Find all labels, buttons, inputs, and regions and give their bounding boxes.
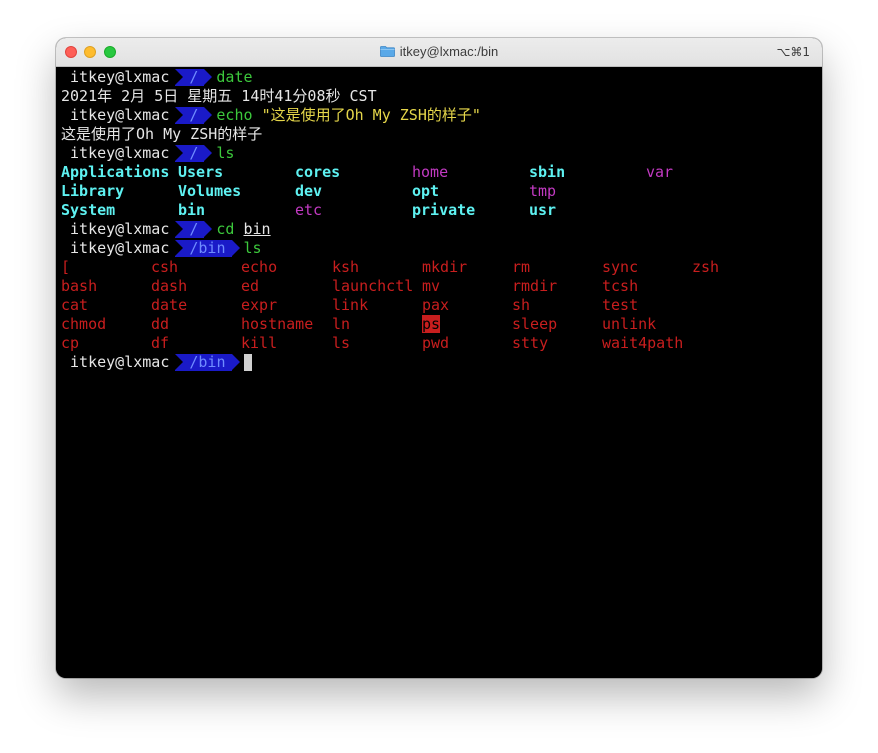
command-text: cd (216, 220, 235, 238)
listing-entry: Users (178, 163, 224, 181)
listing-entry: mv (422, 277, 441, 295)
listing-row: Applications Users cores home sbin var (61, 163, 822, 182)
listing-entry: unlink (602, 315, 657, 333)
listing-entry: chmod (61, 315, 107, 333)
prompt-path-segment: /bin (175, 354, 240, 371)
listing-entry: expr (241, 296, 278, 314)
command-argument: bin (243, 220, 271, 238)
listing-entry: dev (295, 182, 323, 200)
listing-entry: pax (422, 296, 450, 314)
listing-entry: bin (178, 201, 206, 219)
listing-row: System bin etc private usr (61, 201, 822, 220)
listing-entry: dd (151, 315, 170, 333)
window-title-text: itkey@lxmac:/bin (399, 44, 499, 59)
listing-entry: dash (151, 277, 188, 295)
prompt-path-segment: / (175, 69, 213, 86)
listing-entry: System (61, 201, 116, 219)
listing-entry: link (332, 296, 369, 314)
listing-entry: cat (61, 296, 89, 314)
prompt-line: itkey@lxmac / ls (61, 144, 822, 163)
listing-entry: var (646, 163, 674, 181)
listing-entry: [ (61, 258, 71, 276)
listing-entry: pwd (422, 334, 450, 352)
command-text: ls (243, 239, 262, 257)
listing-entry: date (151, 296, 188, 314)
output-line: 这是使用了Oh My ZSH的样子 (61, 125, 263, 143)
listing-entry: rm (512, 258, 531, 276)
listing-entry: tmp (529, 182, 557, 200)
listing-entry: sbin (529, 163, 566, 181)
listing-entry: rmdir (512, 277, 558, 295)
prompt-user: itkey@lxmac (61, 353, 170, 371)
listing-row: [ csh echo ksh mkdir rm sync zsh (61, 258, 822, 277)
listing-entry: df (151, 334, 170, 352)
listing-entry: Applications (61, 163, 170, 181)
listing-entry: cp (61, 334, 80, 352)
listing-entry: tcsh (602, 277, 639, 295)
window-title: itkey@lxmac:/bin (56, 44, 822, 59)
prompt-line: itkey@lxmac/bin (61, 353, 822, 372)
listing-row: cat date expr link pax sh test (61, 296, 822, 315)
listing-entry: wait4path (602, 334, 684, 352)
highlighted-entry: ps (422, 315, 441, 333)
listing-entry: mkdir (422, 258, 468, 276)
listing-entry: sh (512, 296, 531, 314)
prompt-user: itkey@lxmac (61, 106, 170, 124)
prompt-user: itkey@lxmac (61, 220, 170, 238)
listing-entry: bash (61, 277, 98, 295)
listing-entry: echo (241, 258, 278, 276)
listing-row: bash dash ed launchctl mv rmdir tcsh (61, 277, 822, 296)
prompt-line: itkey@lxmac / date (61, 68, 822, 87)
listing-entry: ed (241, 277, 260, 295)
listing-entry: sleep (512, 315, 558, 333)
prompt-user: itkey@lxmac (61, 68, 170, 86)
tab-shortcut-label: ⌥⌘1 (776, 45, 810, 59)
listing-entry: kill (241, 334, 278, 352)
prompt-path-segment: /bin (175, 240, 240, 257)
prompt-path-segment: / (175, 107, 213, 124)
listing-entry: private (412, 201, 476, 219)
listing-entry: ls (332, 334, 351, 352)
listing-entry: ksh (332, 258, 360, 276)
listing-row: Library Volumes dev opt tmp (61, 182, 822, 201)
prompt-user: itkey@lxmac (61, 239, 170, 257)
listing-entry: hostname (241, 315, 314, 333)
listing-entry: sync (602, 258, 639, 276)
command-text: date (216, 68, 253, 86)
listing-row: cp df kill ls pwd stty wait4path (61, 334, 822, 353)
listing-entry: Library (61, 182, 125, 200)
listing-row: chmod dd hostname ln ps sleep unlink (61, 315, 822, 334)
prompt-line: itkey@lxmac/bin ls (61, 239, 822, 258)
listing-entry: cores (295, 163, 341, 181)
listing-entry: home (412, 163, 449, 181)
terminal-content[interactable]: itkey@lxmac / date 2021年 2月 5日 星期五 14时41分08… (56, 67, 822, 678)
prompt-path-segment: / (175, 221, 213, 238)
listing-entry: test (602, 296, 639, 314)
command-text: echo (216, 106, 253, 124)
listing-entry: stty (512, 334, 549, 352)
prompt-path-segment: / (175, 145, 213, 162)
text-cursor (243, 354, 252, 371)
prompt-line: itkey@lxmac / cd bin (61, 220, 822, 239)
prompt-user: itkey@lxmac (61, 144, 170, 162)
listing-entry: Volumes (178, 182, 242, 200)
title-bar[interactable]: itkey@lxmac:/bin ⌥⌘1 (56, 38, 822, 67)
listing-entry: opt (412, 182, 440, 200)
listing-entry: usr (529, 201, 557, 219)
listing-entry: csh (151, 258, 179, 276)
listing-entry: launchctl (332, 277, 414, 295)
output-line: 2021年 2月 5日 星期五 14时41分08秒 CST (61, 87, 377, 105)
command-argument: "这是使用了Oh My ZSH的样子" (261, 106, 481, 124)
command-text: ls (216, 144, 235, 162)
listing-entry: ln (332, 315, 351, 333)
terminal-window: itkey@lxmac:/bin ⌥⌘1 itkey@lxmac / date 202… (56, 38, 822, 678)
listing-entry: ps (422, 315, 441, 334)
folder-icon (379, 46, 395, 57)
prompt-line: itkey@lxmac / echo "这是使用了Oh My ZSH的样子" (61, 106, 822, 125)
listing-entry: etc (295, 201, 323, 219)
listing-entry: zsh (692, 258, 720, 276)
